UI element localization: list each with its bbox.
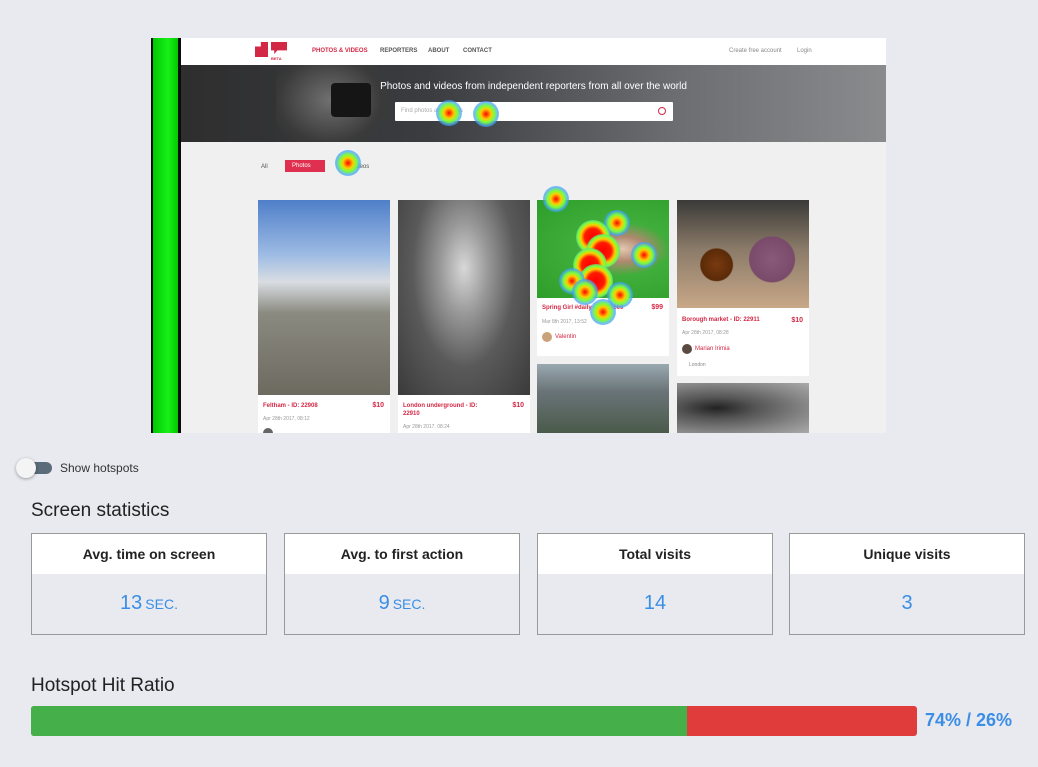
card-image	[258, 200, 390, 395]
nav-contact: CONTACT	[463, 48, 492, 54]
stat-value: 9	[378, 592, 390, 614]
site-logo: BETA	[255, 42, 289, 62]
hit-ratio-fill	[31, 706, 687, 736]
stat-unit: SEC.	[145, 596, 178, 612]
hotspot-marker	[631, 242, 657, 268]
show-hotspots-label: Show hotspots	[60, 461, 139, 475]
preview-card	[677, 383, 809, 433]
hotspot-hit-ratio-title: Hotspot Hit Ratio	[31, 675, 175, 696]
nav-about: ABOUT	[428, 48, 450, 54]
hit-ratio-text: 74% / 26%	[925, 710, 1013, 730]
toggle-knob	[16, 458, 36, 478]
stat-label: Avg. to first action	[285, 534, 519, 574]
hotspot-marker	[543, 186, 569, 212]
hotspot-marker	[335, 150, 361, 176]
preview-card: Borough market - ID: 22911 $10 Apr 28th …	[677, 200, 809, 376]
stat-label: Avg. time on screen	[32, 534, 266, 574]
preview-navbar: BETA PHOTOS & VIDEOS REPORTERS ABOUT CON…	[181, 38, 886, 65]
filter-all: All	[261, 164, 268, 170]
stat-unit: SEC.	[392, 596, 426, 612]
preview-hero: Photos and videos from independent repor…	[181, 65, 886, 142]
preview-site: BETA PHOTOS & VIDEOS REPORTERS ABOUT CON…	[181, 38, 886, 433]
nav-photos-videos: PHOTOS & VIDEOS	[312, 48, 368, 54]
stat-card-first-action: Avg. to first action 9 SEC.	[284, 533, 520, 635]
hero-title: Photos and videos from independent repor…	[380, 81, 687, 92]
show-hotspots-toggle[interactable]	[16, 458, 52, 478]
card-image	[677, 383, 809, 433]
screen-statistics-title: Screen statistics	[31, 500, 170, 521]
card-image	[677, 200, 809, 308]
card-image	[398, 200, 530, 395]
nav-create-account: Create free account	[729, 48, 782, 54]
stat-value: 13	[120, 592, 143, 614]
screenshot-preview: BETA PHOTOS & VIDEOS REPORTERS ABOUT CON…	[151, 38, 886, 433]
nav-login: Login	[797, 48, 812, 54]
scroll-indicator-bar	[151, 38, 181, 433]
filter-photos: Photos	[285, 160, 325, 172]
preview-card: Feltham - ID: 22908 $10 Apr 28th 2017, 0…	[258, 200, 390, 433]
card-image	[537, 364, 669, 433]
search-icon	[658, 107, 666, 115]
preview-filters: All Photos Videos	[181, 160, 886, 174]
stat-value: 14	[643, 592, 667, 614]
hotspot-marker	[436, 100, 462, 126]
stat-card-unique-visits: Unique visits 3	[789, 533, 1025, 635]
hotspot-marker	[473, 101, 499, 127]
hotspot-marker	[590, 299, 616, 325]
nav-reporters: REPORTERS	[380, 48, 418, 54]
stat-label: Total visits	[538, 534, 772, 574]
hit-ratio-bar	[31, 706, 917, 736]
stat-card-avg-time: Avg. time on screen 13 SEC.	[31, 533, 267, 635]
preview-card: London underground - ID: 22910 $10 Apr 2…	[398, 200, 530, 433]
stat-card-total-visits: Total visits 14	[537, 533, 773, 635]
stat-value: 3	[901, 592, 913, 614]
preview-card	[537, 364, 669, 433]
stat-label: Unique visits	[790, 534, 1024, 574]
